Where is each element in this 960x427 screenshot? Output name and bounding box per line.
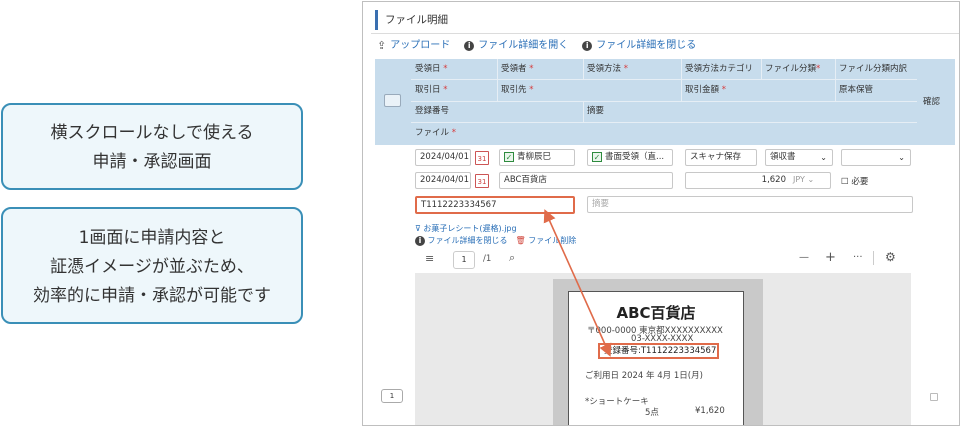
memo-field[interactable]: 摘要 <box>587 196 913 213</box>
receipt-registration-no: 登録番号:T1112223334567 <box>598 343 719 359</box>
upload-label: アップロード <box>390 40 451 51</box>
callout-line: 横スクロールなしで使える <box>50 123 254 143</box>
select-all-checkbox[interactable] <box>384 94 401 107</box>
upload-icon: ⇪ <box>377 39 387 52</box>
header-confirm-column: 確認 <box>917 59 955 145</box>
file-class-detail-select[interactable]: ⌄ <box>841 149 911 166</box>
original-keep-checkbox[interactable]: ☐ 必要 <box>841 175 868 187</box>
section-title: ファイル明細 <box>375 10 448 30</box>
zoom-in-button[interactable]: + <box>825 250 836 265</box>
attachment-file-link[interactable]: ⊽ お菓子レシート(遅格).jpg <box>415 223 576 235</box>
callout-no-horizontal-scroll: 横スクロールなしで使える 申請・承認画面 <box>1 103 303 190</box>
receipt-use-date: ご利用日 2024 年 4月 1日(月) <box>585 371 703 381</box>
more-options-button[interactable]: ··· <box>853 252 863 263</box>
col-registration-no: 登録番号 <box>415 106 450 116</box>
calendar-icon[interactable]: 31 <box>475 174 489 188</box>
callout-line: 1画面に申請内容と <box>78 228 226 248</box>
list-icon[interactable]: ≡ <box>425 252 434 265</box>
file-class-select[interactable]: 領収書 ⌄ <box>765 149 833 166</box>
file-details-panel: ファイル明細 ⇪ アップロード i ファイル詳細を開く i ファイル詳細を閉じる… <box>362 1 960 426</box>
callout-line: 証憑イメージが並ぶため、 <box>50 257 254 277</box>
gear-icon[interactable]: ⚙ <box>885 250 896 264</box>
info-icon: i <box>582 41 593 51</box>
col-confirm: 確認 <box>923 97 941 107</box>
info-icon: i <box>415 236 425 246</box>
col-amount: 取引金額 * <box>685 85 726 95</box>
info-icon: i <box>464 41 475 51</box>
method-category-field[interactable]: スキャナ保存 <box>685 149 757 166</box>
receipt-image: ABC百貨店 〒000-0000 東京都XXXXXXXXXX 03-XXXX-X… <box>568 291 744 425</box>
receive-method-field[interactable]: ✓ 書面受領（直... <box>587 149 673 166</box>
delete-file-link[interactable]: 🗑 ファイル削除 <box>516 235 577 247</box>
callout-line: 申請・承認画面 <box>92 152 212 172</box>
table-header: 受領日 * 受領者 * 受領方法 * 受領方法カテゴリ ファイル分類* ファイル… <box>411 59 917 145</box>
registration-no-field[interactable]: T1112223334567 <box>415 196 575 214</box>
close-details-button[interactable]: i ファイル詳細を閉じる <box>582 38 696 54</box>
close-file-details-link[interactable]: i ファイル詳細を閉じる <box>415 235 508 247</box>
col-receipt-date: 受領日 * <box>415 64 448 74</box>
col-receiver: 受領者 * <box>501 64 534 74</box>
check-icon: ✓ <box>504 152 514 162</box>
currency-select[interactable]: JPY ⌄ <box>793 175 814 184</box>
receiver-field[interactable]: ✓ 青柳辰巳 <box>499 149 575 166</box>
col-file: ファイル * <box>415 128 456 138</box>
col-partner: 取引先 * <box>501 85 534 95</box>
page-total: /1 <box>483 254 492 264</box>
col-method-category: 受領方法カテゴリ <box>685 64 754 74</box>
toolbar-divider <box>873 251 874 265</box>
header-select-column <box>375 59 411 145</box>
section-divider <box>371 33 959 34</box>
receipt-qty: 5点 <box>645 408 659 418</box>
col-file-class-detail: ファイル分類内訳 <box>839 64 908 74</box>
transaction-date-field[interactable]: 2024/04/01 <box>415 172 471 189</box>
receipt-item: *ショートケーキ <box>585 397 649 407</box>
close-details-label: ファイル詳細を閉じる <box>596 40 697 51</box>
partner-field[interactable]: ABC百貨店 <box>499 172 673 189</box>
attachment-info: ⊽ お菓子レシート(遅格).jpg i ファイル詳細を閉じる 🗑 ファイル削除 <box>415 223 576 247</box>
pdf-viewer-toolbar: ≡ 1 /1 ⌕ — + ··· ⚙ <box>415 249 911 271</box>
row-number-badge: 1 <box>381 389 403 403</box>
open-details-label: ファイル詳細を開く <box>478 40 569 51</box>
col-transaction-date: 取引日 * <box>415 85 448 95</box>
col-memo: 摘要 <box>587 106 605 116</box>
search-icon[interactable]: ⌕ <box>509 251 515 265</box>
col-original-keep: 原本保管 <box>839 85 874 95</box>
receipt-date-field[interactable]: 2024/04/01 <box>415 149 471 166</box>
receipt-price: ¥1,620 <box>695 406 725 416</box>
callout-side-by-side: 1画面に申請内容と 証憑イメージが並ぶため、 効率的に申請・承認が可能です <box>1 207 303 324</box>
calendar-icon[interactable]: 31 <box>475 151 489 165</box>
zoom-out-button[interactable]: — <box>799 252 809 263</box>
col-file-class: ファイル分類* <box>765 64 821 74</box>
col-receive-method: 受領方法 * <box>587 64 628 74</box>
open-details-button[interactable]: i ファイル詳細を開く <box>464 38 568 54</box>
trash-icon: 🗑 <box>515 236 526 245</box>
receipt-store-name: ABC百貨店 <box>616 304 696 322</box>
check-icon: ✓ <box>592 152 602 162</box>
chevron-down-icon: ⌄ <box>898 153 905 162</box>
page-number-input[interactable]: 1 <box>453 251 475 269</box>
file-toolbar: ⇪ アップロード i ファイル詳細を開く i ファイル詳細を閉じる <box>377 38 696 54</box>
upload-button[interactable]: ⇪ アップロード <box>377 38 450 54</box>
chevron-down-icon: ⌄ <box>820 153 827 162</box>
callout-line: 効率的に申請・承認が可能です <box>33 286 271 306</box>
confirm-checkbox[interactable] <box>930 393 938 401</box>
